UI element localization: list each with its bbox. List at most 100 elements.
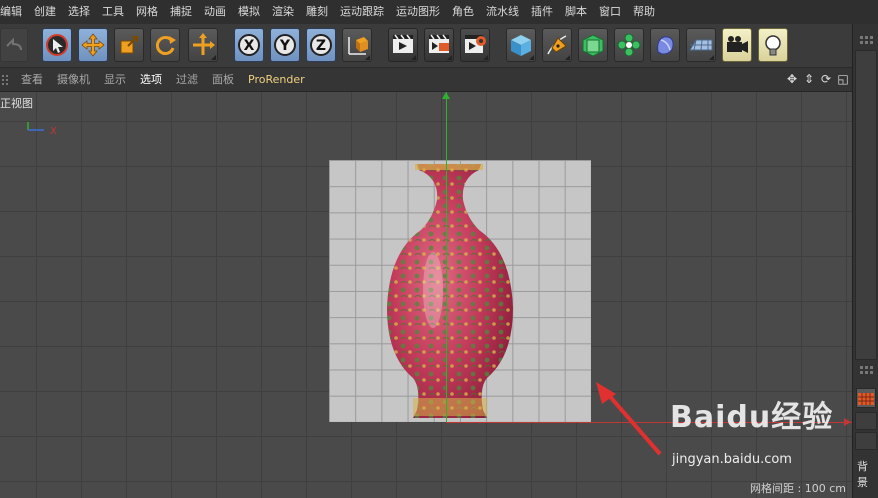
undo-button[interactable] <box>0 28 28 62</box>
submenu-indicator <box>447 55 452 60</box>
annotation-arrow <box>596 382 662 456</box>
move-button[interactable] <box>78 28 108 62</box>
menu-bar: 编辑 创建 选择 工具 网格 捕捉 动画 模拟 渲染 雕刻 运动跟踪 运动图形 角色 流水线 插件 脚本 窗口帮… <box>0 0 878 24</box>
mini-axis-indicator: X <box>27 122 57 137</box>
menu-item[interactable]: 运动跟踪 <box>334 0 390 24</box>
grid-spacing-label: 网格间距 : 100 cm <box>750 482 846 495</box>
toggle-view-layout-icon[interactable]: ◱ <box>836 72 850 86</box>
svg-text:Y: Y <box>279 38 291 54</box>
right-dock <box>852 24 878 498</box>
menu-item[interactable]: 动画 <box>198 0 232 24</box>
view-name-label: 正视图 <box>0 97 33 110</box>
y-axis-lock-button[interactable]: Y <box>270 28 300 62</box>
floor-button[interactable] <box>686 28 716 62</box>
menu-item[interactable]: 帮助 <box>627 0 661 24</box>
viewport-grip[interactable] <box>2 75 8 85</box>
pen-spline-button[interactable] <box>542 28 572 62</box>
dolly-view-icon[interactable]: ⇕ <box>802 72 816 86</box>
deformer-button[interactable] <box>650 28 680 62</box>
vase-image <box>387 164 513 418</box>
dock-background-label: 背景 <box>857 460 868 489</box>
background-object-icon[interactable] <box>856 388 876 408</box>
scale-button[interactable] <box>114 28 144 62</box>
camera-button[interactable] <box>722 28 752 62</box>
subdivision-surface-button[interactable] <box>578 28 608 62</box>
dock-tab-1[interactable] <box>855 412 877 430</box>
viewport-menu-item[interactable]: 查看 <box>14 68 50 92</box>
camera-icon <box>727 36 748 53</box>
submenu-indicator <box>483 55 488 60</box>
main-toolbar: X Y Z <box>0 24 852 68</box>
undo-icon <box>6 37 22 51</box>
viewport-menu-item[interactable]: 显示 <box>97 68 133 92</box>
submenu-indicator <box>365 55 370 60</box>
axis-x-label: X <box>50 126 57 137</box>
menu-item[interactable]: 角色 <box>446 0 480 24</box>
viewport-menu-item[interactable]: 摄像机 <box>50 68 97 92</box>
y-axis-lock-icon: Y <box>274 34 296 56</box>
menu-item[interactable]: 创建 <box>28 0 62 24</box>
move-icon <box>81 33 105 57</box>
light-icon <box>765 35 781 56</box>
menu-item[interactable]: 插件 <box>525 0 559 24</box>
light-button[interactable] <box>758 28 788 62</box>
menu-item[interactable]: 雕刻 <box>300 0 334 24</box>
scale-icon <box>120 36 138 54</box>
z-axis-lock-button[interactable]: Z <box>306 28 336 62</box>
menu-item[interactable]: 运动图形 <box>390 0 446 24</box>
subdivision-surface-icon <box>582 34 604 57</box>
viewport-menu-item[interactable]: 过滤 <box>169 68 205 92</box>
dock-panel-upper[interactable] <box>855 50 877 360</box>
submenu-indicator <box>411 55 416 60</box>
rotate-button[interactable] <box>150 28 180 62</box>
menu-item[interactable]: 选择 <box>62 0 96 24</box>
viewport-menu-item[interactable]: 选项 <box>133 68 169 92</box>
z-axis-lock-icon: Z <box>310 34 332 56</box>
world-axis-y <box>446 92 447 422</box>
menu-item[interactable]: 网格 <box>130 0 164 24</box>
menu-item[interactable]: 捕捉 <box>164 0 198 24</box>
viewport-menu-bar: 查看 摄像机 显示 选项 过滤 面板 ProRender ✥ ⇕ ⟳ ◱ <box>0 68 852 92</box>
submenu-indicator <box>211 55 216 60</box>
watermark-logo: Baidu经验 <box>670 400 834 435</box>
rotate-icon <box>155 36 176 55</box>
world-axis-y-arrow <box>442 92 450 99</box>
pan-view-icon[interactable]: ✥ <box>785 72 799 86</box>
cloner-icon <box>617 33 641 57</box>
menu-item[interactable]: 窗口 <box>593 0 627 24</box>
menu-item[interactable]: 模拟 <box>232 0 266 24</box>
svg-text:Z: Z <box>316 38 326 54</box>
submenu-indicator <box>709 55 714 60</box>
menu-item[interactable]: 流水线 <box>480 0 525 24</box>
submenu-indicator <box>565 55 570 60</box>
render-settings-button[interactable] <box>460 28 490 62</box>
baidu-watermark: Baidu经验 jingyan.baidu.com <box>670 392 850 472</box>
menu-item[interactable]: 渲染 <box>266 0 300 24</box>
x-axis-lock-icon: X <box>238 34 260 56</box>
render-to-picture-viewer-button[interactable] <box>424 28 454 62</box>
orbit-view-icon[interactable]: ⟳ <box>819 72 833 86</box>
svg-text:X: X <box>244 38 255 54</box>
menu-item[interactable]: 脚本 <box>559 0 593 24</box>
dock-grip-bottom[interactable] <box>857 364 875 376</box>
x-axis-lock-button[interactable]: X <box>234 28 264 62</box>
viewport-front[interactable]: 正视图 X Baidu经验 jingyan.baidu.com 网格间距: 1… <box>0 92 852 498</box>
dock-tab-2[interactable] <box>855 432 877 450</box>
viewport-menu-item[interactable]: ProRender <box>241 68 312 92</box>
menu-item[interactable]: 工具 <box>96 0 130 24</box>
viewport-menu-item[interactable]: 面板 <box>205 68 241 92</box>
watermark-url: jingyan.baidu.com <box>672 452 792 467</box>
deformer-icon <box>657 36 674 55</box>
cloner-button[interactable] <box>614 28 644 62</box>
render-view-button[interactable] <box>388 28 418 62</box>
cube-button[interactable] <box>506 28 536 62</box>
cinema4d-window: 编辑 创建 选择 工具 网格 捕捉 动画 模拟 渲染 雕刻 运动跟踪 运动图形 角色 流水线 插件 脚本 窗口帮… <box>0 0 878 498</box>
submenu-indicator <box>529 55 534 60</box>
dock-grip-top[interactable] <box>857 34 875 46</box>
menu-item[interactable]: 编辑 <box>0 0 28 24</box>
coordinate-system-button[interactable] <box>342 28 372 62</box>
background-reference-image <box>329 160 591 422</box>
live-selection-button[interactable] <box>42 28 72 62</box>
live-selection-icon <box>46 34 68 56</box>
recent-tools-button[interactable] <box>188 28 218 62</box>
